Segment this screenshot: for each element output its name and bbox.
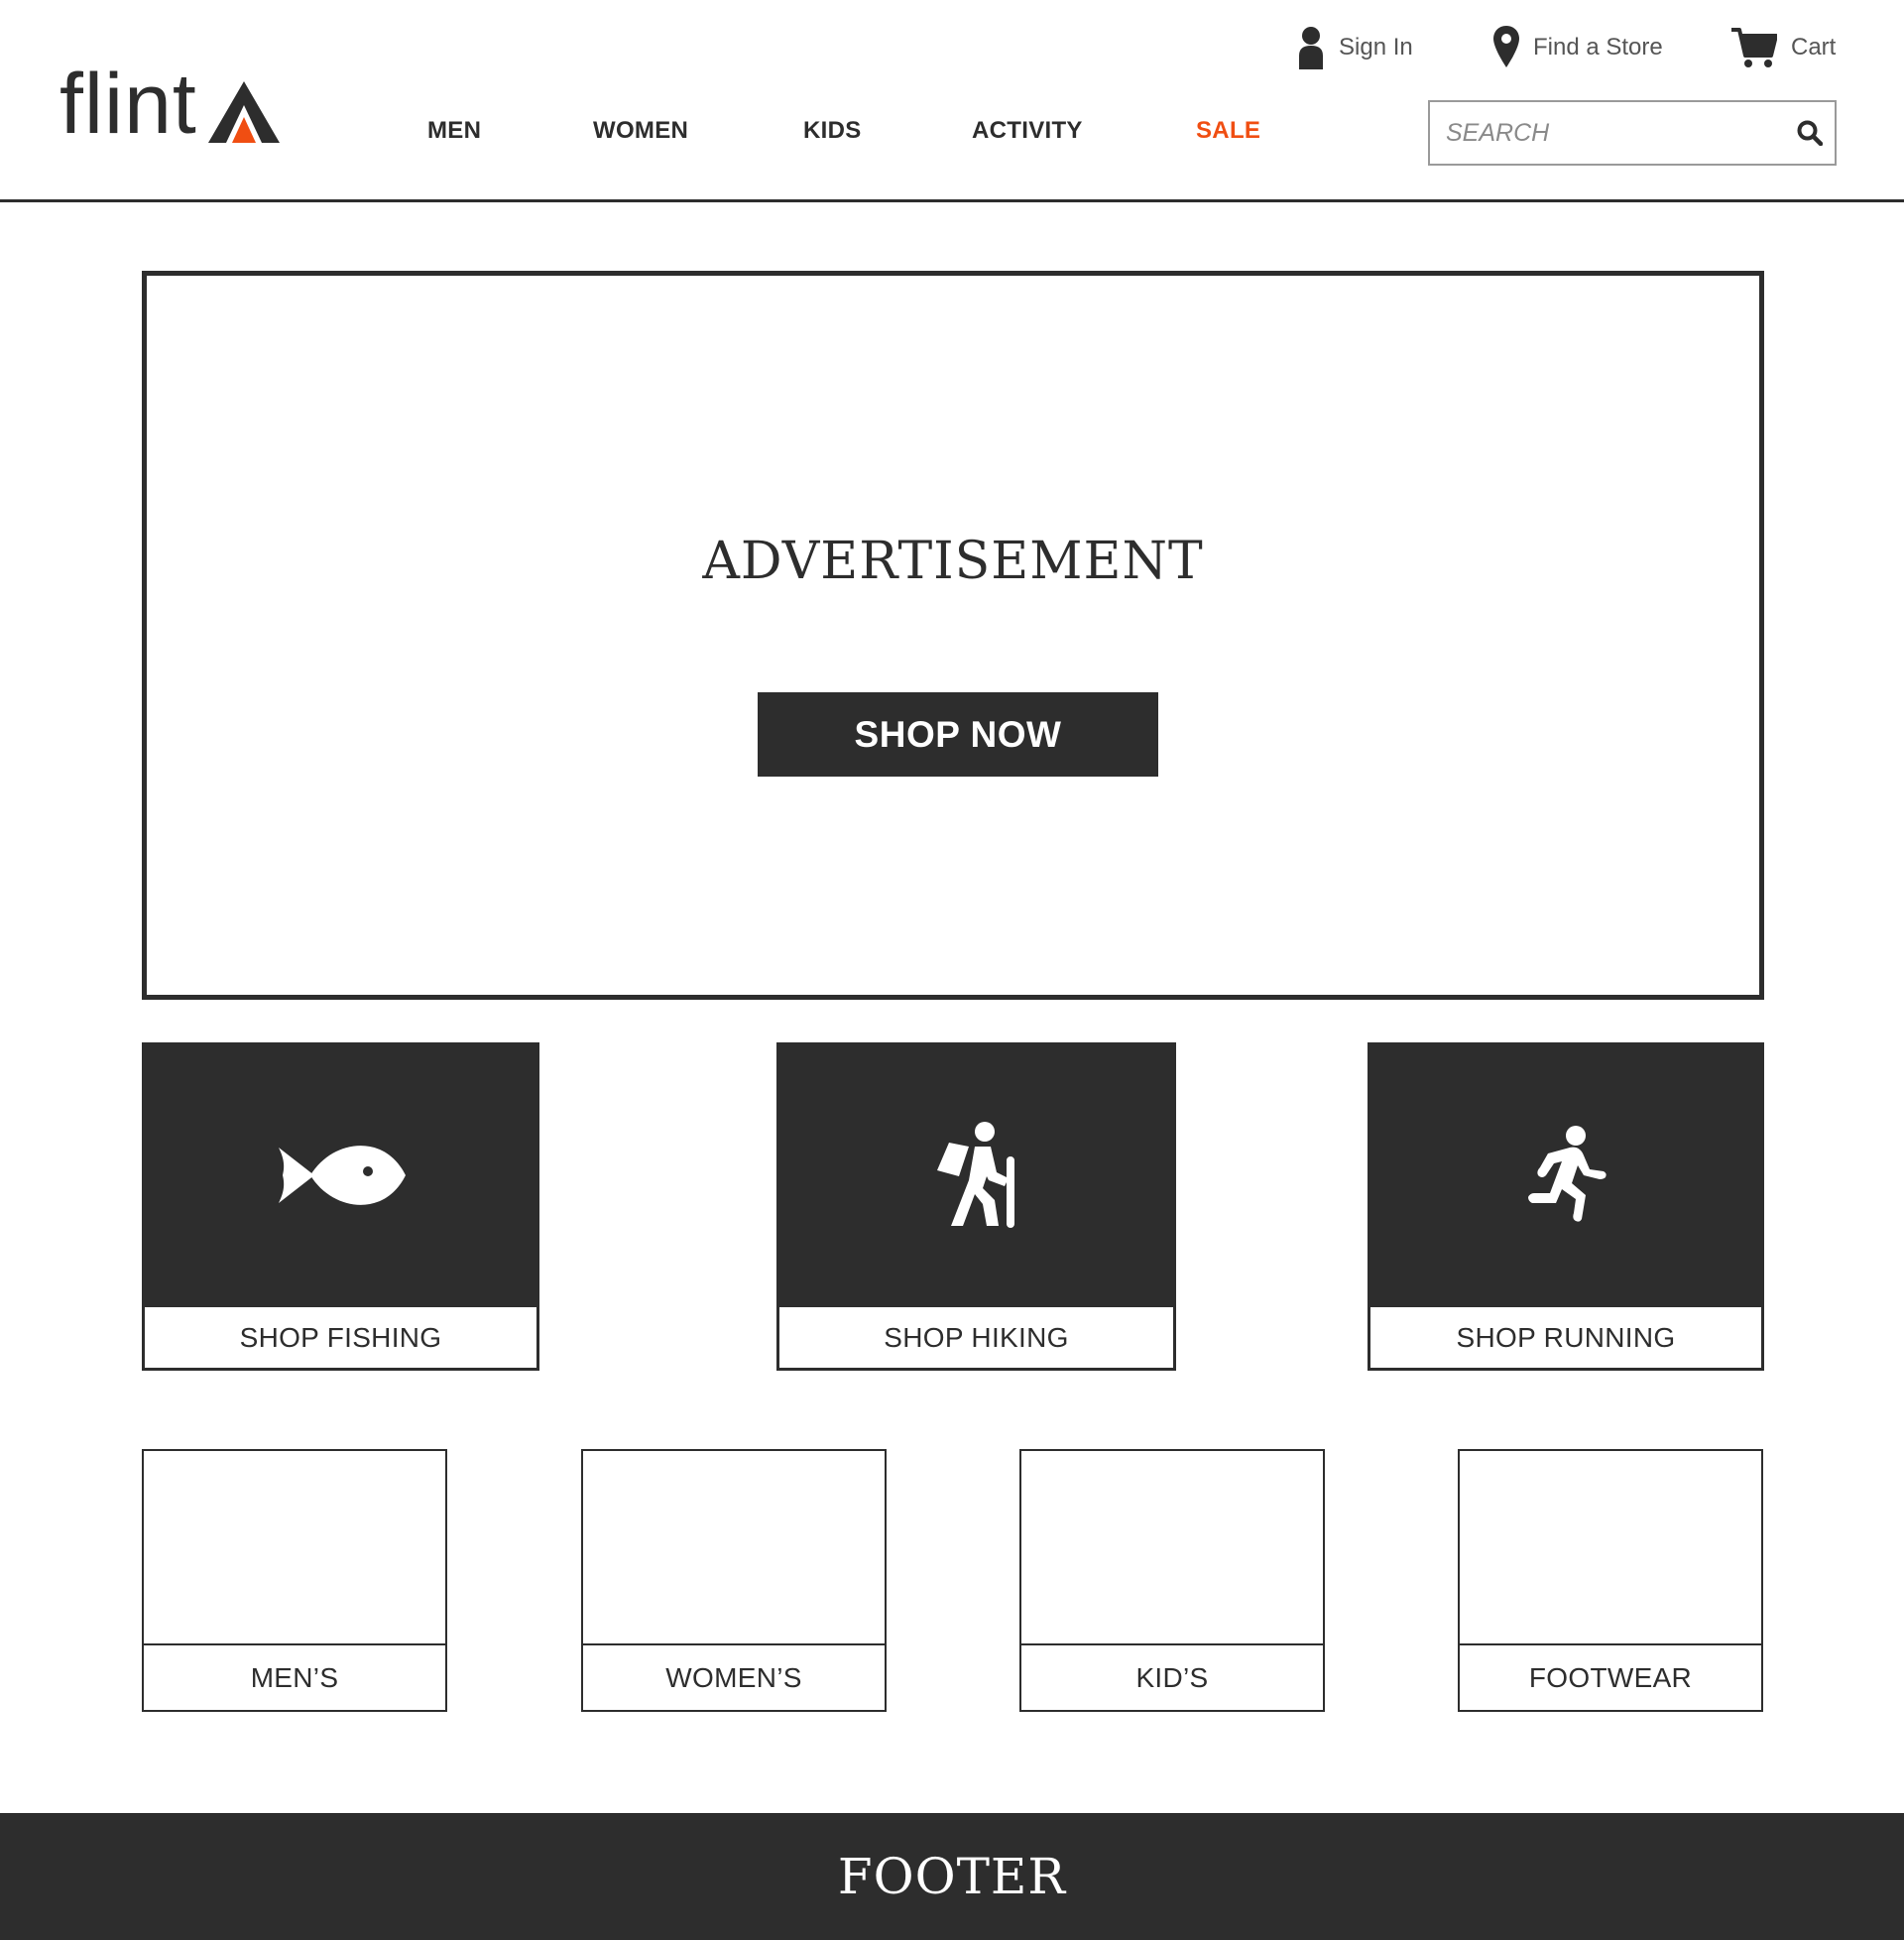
find-store-link[interactable]: Find a Store — [1493, 22, 1663, 73]
brand-logo-text[interactable]: flint — [60, 61, 197, 147]
brand-logo-mountain-icon[interactable] — [208, 81, 280, 143]
activity-tile-running[interactable]: SHOP RUNNING — [1368, 1042, 1764, 1371]
nav-item-kids[interactable]: KIDS — [803, 117, 862, 145]
category-card-label: KID’S — [1021, 1643, 1323, 1710]
search-icon — [1797, 120, 1823, 146]
advertisement-title: ADVERTISEMENT — [702, 532, 1204, 591]
category-card-image — [1021, 1451, 1323, 1645]
category-card-label: FOOTWEAR — [1460, 1643, 1761, 1710]
activity-tile-image — [776, 1042, 1176, 1307]
nav-item-men[interactable]: MEN — [427, 117, 481, 145]
category-card-mens[interactable]: MEN’S — [142, 1449, 447, 1712]
search-input[interactable] — [1430, 102, 1785, 164]
search-button[interactable] — [1785, 102, 1835, 164]
shop-now-button[interactable]: SHOP NOW — [758, 692, 1158, 777]
hiker-icon — [936, 1121, 1014, 1228]
sign-in-link[interactable]: Sign In — [1297, 22, 1413, 73]
activity-tile-label: SHOP HIKING — [776, 1307, 1176, 1371]
activity-tile-image — [1368, 1042, 1764, 1307]
advertisement-banner: ADVERTISEMENT SHOP NOW — [142, 271, 1764, 1000]
nav-item-activity[interactable]: ACTIVITY — [972, 117, 1083, 145]
activity-tile-fishing[interactable]: SHOP FISHING — [142, 1042, 539, 1371]
search-bar — [1428, 100, 1837, 166]
sign-in-label: Sign In — [1339, 34, 1413, 61]
category-card-footwear[interactable]: FOOTWEAR — [1458, 1449, 1763, 1712]
cart-link[interactable]: Cart — [1731, 22, 1836, 73]
site-footer: FOOTER — [0, 1813, 1904, 1940]
activity-tile-image — [142, 1042, 539, 1307]
find-store-label: Find a Store — [1533, 34, 1663, 61]
footer-title: FOOTER — [837, 1848, 1067, 1905]
nav-item-sale[interactable]: SALE — [1196, 117, 1260, 145]
cart-label: Cart — [1791, 34, 1837, 61]
category-card-label: WOMEN’S — [583, 1643, 885, 1710]
category-card-kids[interactable]: KID’S — [1019, 1449, 1325, 1712]
user-icon — [1299, 27, 1323, 69]
category-card-image — [1460, 1451, 1761, 1645]
category-card-label: MEN’S — [144, 1643, 445, 1710]
runner-icon — [1528, 1125, 1606, 1222]
category-card-image — [583, 1451, 885, 1645]
cart-icon — [1731, 28, 1777, 67]
header-divider — [0, 199, 1904, 202]
activity-tile-label: SHOP RUNNING — [1368, 1307, 1764, 1371]
nav-item-women[interactable]: WOMEN — [593, 117, 688, 145]
activity-tile-label: SHOP FISHING — [142, 1307, 539, 1371]
activity-tile-hiking[interactable]: SHOP HIKING — [776, 1042, 1176, 1371]
category-card-womens[interactable]: WOMEN’S — [581, 1449, 887, 1712]
map-pin-icon — [1493, 26, 1519, 67]
fish-icon — [278, 1145, 406, 1205]
category-card-image — [144, 1451, 445, 1645]
